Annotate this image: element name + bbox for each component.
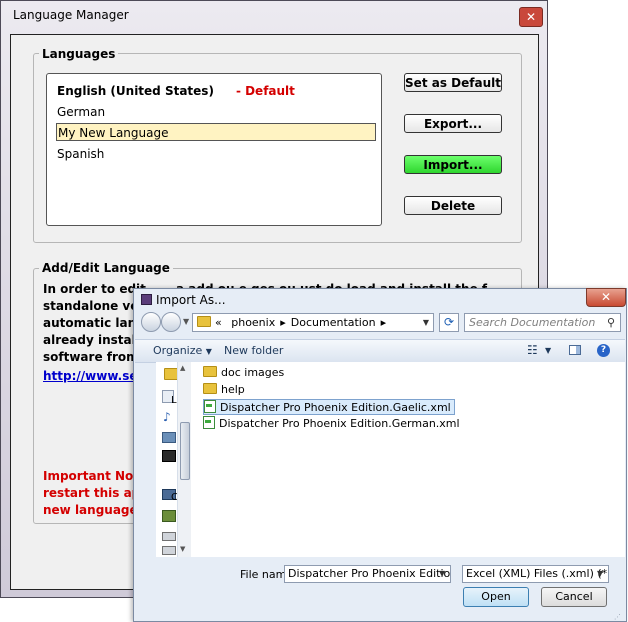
folder-icon: [197, 316, 211, 327]
preview-pane-icon[interactable]: [569, 345, 581, 355]
forward-button[interactable]: [161, 312, 181, 332]
language-list[interactable]: English (United States) - Default German …: [46, 73, 382, 226]
list-item[interactable]: doc images: [203, 365, 284, 381]
address-bar[interactable]: « phoenix ▸ Documentation ▸ ▼: [192, 313, 434, 332]
search-icon[interactable]: ⚲: [607, 316, 615, 329]
organize-button[interactable]: Organize ▼: [153, 344, 212, 357]
videos-icon: [162, 450, 176, 462]
toolbar: Organize ▼ New folder ☷ ▼ ?: [135, 339, 625, 363]
chevron-right-icon[interactable]: ▸: [381, 316, 387, 329]
close-icon[interactable]: ✕: [519, 7, 543, 27]
chevron-down-icon[interactable]: ▼: [597, 569, 603, 578]
drive-icon: [162, 532, 176, 541]
cancel-button[interactable]: Cancel: [541, 587, 607, 607]
file-list[interactable]: doc images help Dispatcher Pro Phoenix E…: [191, 362, 625, 557]
import-as-dialog: Import As... ✕ ▼ « phoenix ▸ Documentation…: [133, 288, 627, 622]
instruction-line: In order to edit: [43, 282, 146, 296]
import-button[interactable]: Import...: [404, 155, 502, 174]
list-item[interactable]: English (United States) - Default: [57, 82, 295, 100]
languages-legend: Languages: [39, 47, 119, 61]
chevron-down-icon[interactable]: ▼: [545, 346, 551, 355]
view-icon[interactable]: ☷: [527, 343, 538, 357]
scrollbar-thumb[interactable]: [180, 422, 190, 480]
folder-icon: [164, 368, 178, 380]
music-icon: ♪: [163, 410, 171, 424]
pictures-icon: [162, 432, 176, 443]
history-dropdown-icon[interactable]: ▼: [183, 317, 189, 326]
chevron-down-icon[interactable]: ▼: [439, 569, 445, 578]
file-type-select[interactable]: Excel (XML) Files (.xml) (*.xml): [462, 565, 609, 583]
chevron-up-icon[interactable]: ▲: [180, 364, 185, 372]
dialog-title: Import As...: [156, 293, 226, 307]
list-item[interactable]: Dispatcher Pro Phoenix Edition.German.xm…: [203, 416, 460, 432]
file-name-input[interactable]: Dispatcher Pro Phoenix Edition.Gael: [284, 565, 451, 583]
refresh-icon[interactable]: ⟳: [439, 313, 459, 332]
list-item-selected[interactable]: My New Language: [56, 123, 376, 141]
resize-grip-icon[interactable]: ⋰: [614, 613, 621, 621]
drive-icon: [162, 510, 176, 522]
help-icon[interactable]: ?: [597, 344, 610, 357]
folder-icon: [203, 366, 217, 377]
folder-icon: [203, 383, 217, 394]
chevron-down-icon[interactable]: ▼: [180, 545, 185, 553]
close-icon[interactable]: ✕: [586, 288, 626, 307]
delete-button[interactable]: Delete: [404, 196, 502, 215]
chevron-down-icon[interactable]: ▼: [423, 314, 429, 331]
list-item[interactable]: help: [203, 382, 245, 398]
nav-scrollbar[interactable]: ▲ ▼: [177, 362, 191, 557]
default-badge: - Default: [235, 84, 295, 98]
app-icon: [141, 294, 152, 305]
back-button[interactable]: [141, 312, 161, 332]
set-as-default-button[interactable]: Set as Default: [404, 73, 502, 92]
xml-file-icon: [203, 416, 215, 429]
new-folder-button[interactable]: New folder: [224, 344, 283, 357]
list-item-selected[interactable]: Dispatcher Pro Phoenix Edition.Gaelic.xm…: [203, 399, 455, 415]
open-button[interactable]: Open: [463, 587, 529, 607]
chevron-right-icon[interactable]: ▸: [280, 316, 286, 329]
search-input[interactable]: Search Documentation: [464, 313, 621, 332]
list-item[interactable]: German: [57, 103, 105, 121]
xml-file-icon: [204, 400, 216, 413]
breadcrumb-phoenix[interactable]: phoenix: [231, 316, 275, 329]
list-item[interactable]: Spanish: [57, 145, 104, 163]
window-title: Language Manager: [13, 8, 129, 22]
add-edit-legend: Add/Edit Language: [39, 261, 173, 275]
breadcrumb-documentation[interactable]: Documentation: [291, 316, 376, 329]
title-bar[interactable]: Language Manager ✕: [1, 1, 547, 29]
export-button[interactable]: Export...: [404, 114, 502, 133]
drive-icon: [162, 546, 176, 555]
